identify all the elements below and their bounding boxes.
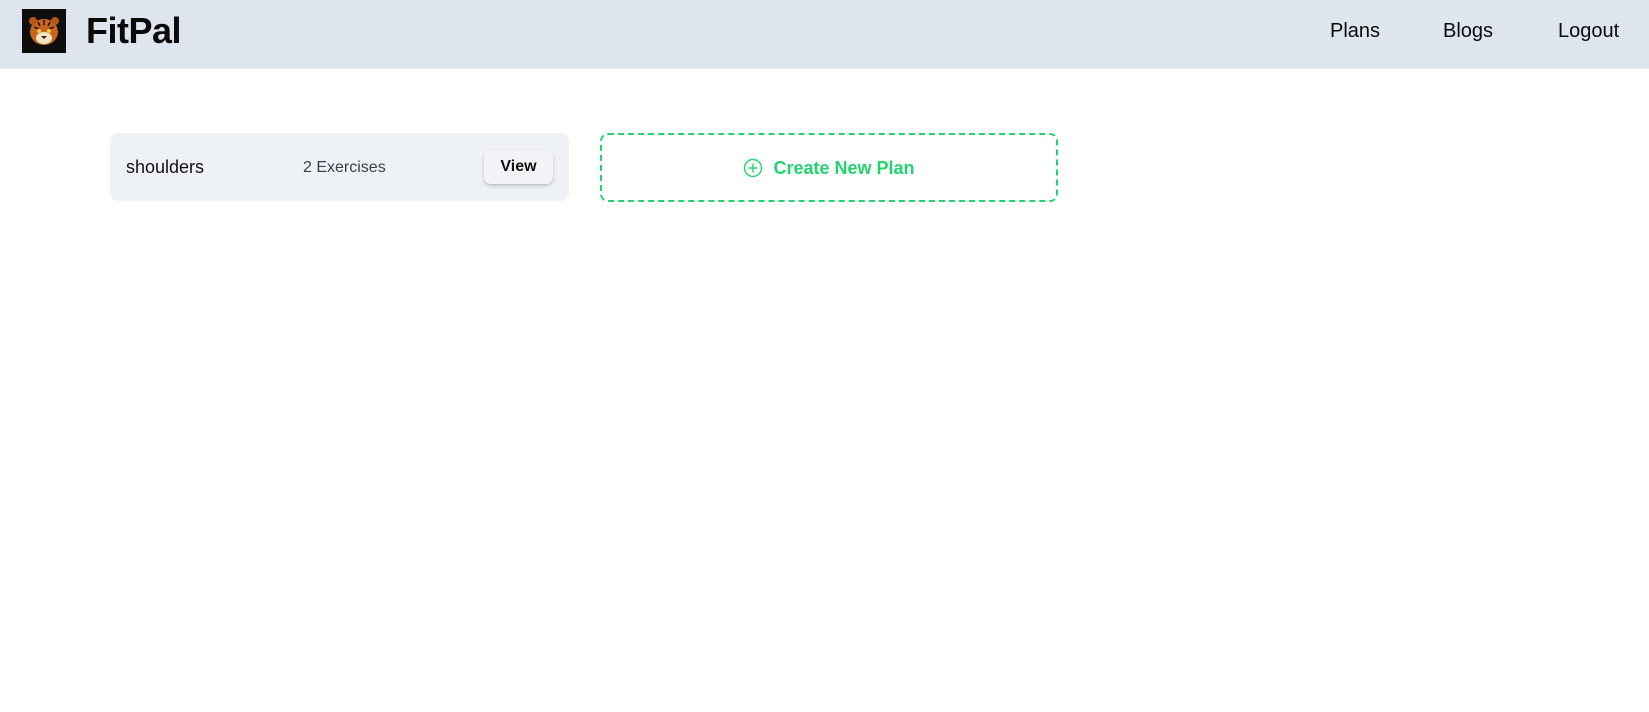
- create-new-plan-button[interactable]: Create New Plan: [600, 133, 1058, 202]
- nav-link-logout[interactable]: Logout: [1558, 18, 1619, 44]
- view-plan-button[interactable]: View: [484, 150, 553, 184]
- nav-link-plans[interactable]: Plans: [1330, 18, 1380, 44]
- tiger-head-icon[interactable]: [22, 9, 66, 53]
- brand-title[interactable]: FitPal: [86, 10, 182, 52]
- plan-card: shoulders 2 Exercises View: [110, 133, 569, 201]
- top-navbar: FitPal Plans Blogs Logout: [0, 0, 1649, 69]
- plan-exercise-count: 2 Exercises: [303, 159, 386, 176]
- plan-name: shoulders: [126, 157, 205, 177]
- create-new-plan-label: Create New Plan: [773, 157, 915, 178]
- plus-circle-icon: [743, 158, 763, 178]
- nav-link-blogs[interactable]: Blogs: [1443, 18, 1493, 44]
